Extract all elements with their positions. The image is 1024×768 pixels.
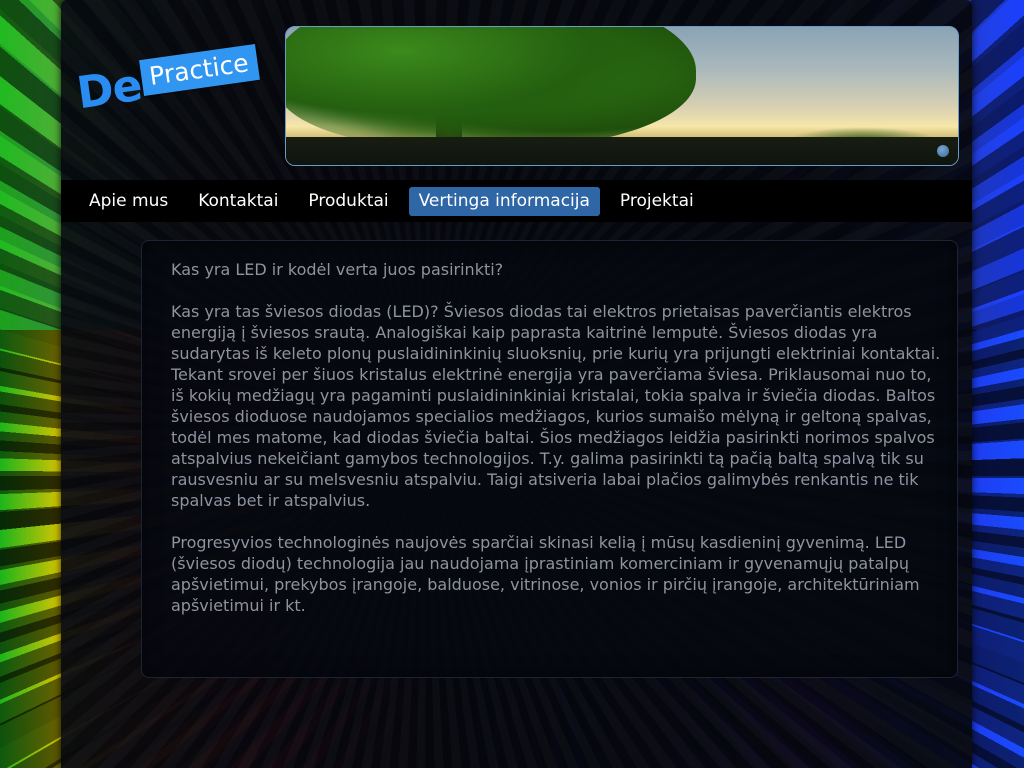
banner-tree-canopy bbox=[286, 27, 696, 147]
article-paragraph-1: Kas yra tas šviesos diodas (LED)? Švieso… bbox=[171, 302, 941, 510]
banner-caption-bar bbox=[286, 137, 958, 165]
nav-item-apie-mus[interactable]: Apie mus bbox=[79, 187, 178, 216]
article-body: Kas yra LED ir kodėl verta juos pasirink… bbox=[171, 259, 946, 637]
article-paragraph-2: Progresyvios technologinės naujovės spar… bbox=[171, 533, 920, 615]
nav-item-vertinga-informacija[interactable]: Vertinga informacija bbox=[408, 187, 600, 216]
nav-item-produktai[interactable]: Produktai bbox=[298, 187, 398, 216]
page-container: De Practice Apie mus Kontaktai Produktai… bbox=[61, 0, 972, 768]
site-logo[interactable]: De Practice bbox=[74, 44, 272, 119]
logo-text-practice: Practice bbox=[139, 44, 260, 96]
main-navigation: Apie mus Kontaktai Produktai Vertinga in… bbox=[61, 180, 972, 222]
content-panel: Kas yra LED ir kodėl verta juos pasirink… bbox=[141, 240, 958, 678]
slideshow-indicator-dot[interactable] bbox=[937, 145, 949, 157]
article-title: Kas yra LED ir kodėl verta juos pasirink… bbox=[171, 260, 504, 279]
header-banner-image bbox=[285, 26, 959, 166]
logo-text-de: De bbox=[73, 59, 145, 120]
nav-item-projektai[interactable]: Projektai bbox=[610, 187, 704, 216]
nav-item-kontaktai[interactable]: Kontaktai bbox=[188, 187, 288, 216]
